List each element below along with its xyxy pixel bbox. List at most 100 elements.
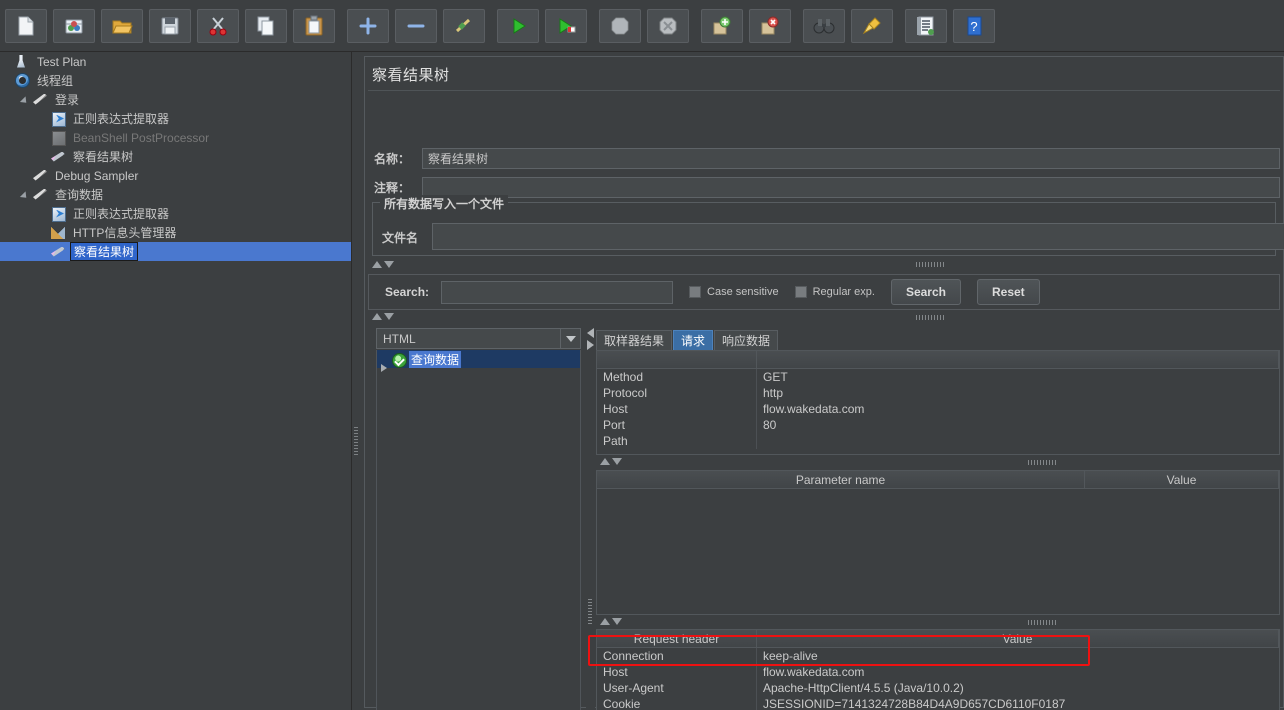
tab-0[interactable]: 取样器结果 <box>596 330 673 350</box>
column-header-1[interactable] <box>757 351 1279 368</box>
toggle-button[interactable] <box>443 8 485 43</box>
tree-item-8[interactable]: 正则表达式提取器 <box>0 204 351 223</box>
tab-2[interactable]: 响应数据 <box>714 330 779 350</box>
toolbar-separator <box>896 9 902 43</box>
table-row[interactable]: Method GET <box>597 369 1279 385</box>
tree-item-5[interactable]: 察看结果树 <box>0 147 351 166</box>
tree-item-7[interactable]: 查询数据 <box>0 185 351 204</box>
shutdown-button[interactable] <box>647 8 689 43</box>
tree-item-label: Debug Sampler <box>55 168 139 183</box>
tree-item-6[interactable]: Debug Sampler <box>0 166 351 185</box>
collapse-strip-params[interactable] <box>600 617 640 627</box>
copy-button[interactable] <box>245 8 287 43</box>
tree-item-1[interactable]: 线程组 <box>0 71 351 90</box>
templates-button[interactable] <box>53 8 95 43</box>
regular-expression-option[interactable]: Regular exp. <box>794 286 875 298</box>
tree-item-2[interactable]: 登录 <box>0 90 351 109</box>
chevron-down-icon[interactable] <box>560 329 580 348</box>
tree-toggle-spacer <box>38 208 49 219</box>
new-button[interactable] <box>5 8 47 43</box>
collapse-up-arrow-2[interactable] <box>372 313 382 320</box>
svg-text:?: ? <box>970 19 977 34</box>
name-input[interactable]: 察看结果树 <box>422 147 1280 169</box>
table-row[interactable]: Protocol http <box>597 385 1279 401</box>
table-row[interactable]: Host flow.wakedata.com <box>597 664 1279 680</box>
search-button[interactable] <box>803 8 845 43</box>
open-button[interactable] <box>101 8 143 43</box>
results-tree-row[interactable]: 查询数据 <box>377 350 580 372</box>
collapse-down-arrow[interactable] <box>384 261 394 268</box>
resulttree-icon <box>50 149 67 165</box>
parameters-table[interactable]: Parameter name Value <box>596 470 1280 615</box>
reset-button[interactable]: Reset <box>976 279 1040 305</box>
column-header-1[interactable]: Value <box>1085 471 1279 488</box>
sampler-icon <box>32 168 49 184</box>
splitter-collapse-left-arrow[interactable] <box>587 328 594 338</box>
start-no-pauses-button[interactable] <box>545 8 587 43</box>
tree-item-9[interactable]: HTTP信息头管理器 <box>0 223 351 242</box>
filename-input[interactable] <box>432 223 1284 250</box>
horizontal-split-grip-reqinfo[interactable] <box>1028 460 1056 465</box>
collapse-strip-bottom[interactable] <box>372 312 412 322</box>
request-info-table[interactable]: Method GET Protocol http Host flow.wakedata.c… <box>596 350 1280 455</box>
collapse-up-arrow[interactable] <box>372 261 382 268</box>
tree-item-3[interactable]: 正则表达式提取器 <box>0 109 351 128</box>
splitter-grip[interactable] <box>354 427 358 455</box>
tree-item-label: 查询数据 <box>55 188 104 202</box>
main-toolbar: ? <box>0 0 1284 52</box>
table-row[interactable]: Path <box>597 433 1279 449</box>
table-row[interactable]: Host flow.wakedata.com <box>597 401 1279 417</box>
reset-search-button[interactable] <box>851 8 893 43</box>
start-button[interactable] <box>497 8 539 43</box>
tree-expand-arrow-icon[interactable] <box>20 94 31 105</box>
table-row[interactable]: Port 80 <box>597 417 1279 433</box>
tree-item-0[interactable]: Test Plan <box>0 52 351 71</box>
tree-item-4[interactable]: BeanShell PostProcessor <box>0 128 351 147</box>
search-input[interactable] <box>441 280 674 304</box>
clear-button[interactable] <box>701 8 743 43</box>
tab-1[interactable]: 请求 <box>673 330 714 350</box>
collapse-down-arrow-4[interactable] <box>612 618 622 625</box>
collapse-strip-reqinfo[interactable] <box>600 457 640 467</box>
renderer-dropdown[interactable]: HTML <box>376 328 581 349</box>
collapse-down-arrow-3[interactable] <box>612 458 622 465</box>
horizontal-split-grip-params[interactable] <box>1028 620 1056 625</box>
comment-input[interactable] <box>422 176 1280 198</box>
table-row[interactable]: Connection keep-alive <box>597 648 1279 664</box>
column-header-1[interactable]: Value <box>757 630 1279 647</box>
column-header-0[interactable] <box>597 351 757 368</box>
table-row[interactable]: User-Agent Apache-HttpClient/4.5.5 (Java/… <box>597 680 1279 696</box>
column-header-0[interactable]: Request header <box>597 630 757 647</box>
request-tabs[interactable]: 取样器结果 请求 响应数据 <box>596 328 1280 350</box>
table-row[interactable]: Cookie JSESSIONID=7141324728B84D4A9D657CD… <box>597 696 1279 710</box>
collapse-all-button[interactable] <box>395 8 437 43</box>
collapse-up-arrow-3[interactable] <box>600 458 610 465</box>
paste-button[interactable] <box>293 8 335 43</box>
help-button[interactable]: ? <box>953 8 995 43</box>
case-sensitive-option[interactable]: Case sensitive <box>689 286 779 298</box>
results-splitter[interactable] <box>586 328 595 710</box>
test-plan-tree[interactable]: Test Plan 线程组 登录 正则表达式提取器 BeanShell PostProc… <box>0 52 352 710</box>
collapse-up-arrow-4[interactable] <box>600 618 610 625</box>
column-header-0[interactable]: Parameter name <box>597 471 1085 488</box>
tree-item-10[interactable]: 察看结果树 <box>0 242 351 261</box>
expand-all-button[interactable] <box>347 8 389 43</box>
results-tree[interactable]: 查询数据 <box>376 350 581 710</box>
collapse-down-arrow-2[interactable] <box>384 313 394 320</box>
request-headers-table[interactable]: Request header Value Connection keep-alive H… <box>596 629 1280 710</box>
splitter-collapse-right-arrow[interactable] <box>587 340 594 350</box>
tree-expand-arrow-icon[interactable] <box>20 189 31 200</box>
search-button[interactable]: Search <box>890 279 961 305</box>
collapse-strip-top[interactable] <box>372 260 412 270</box>
main-splitter[interactable] <box>352 52 360 710</box>
case-sensitive-checkbox[interactable] <box>689 286 702 298</box>
clear-all-button[interactable] <box>749 8 791 43</box>
results-splitter-grip[interactable] <box>588 598 592 624</box>
cut-button[interactable] <box>197 8 239 43</box>
regular-expression-checkbox[interactable] <box>794 286 807 298</box>
horizontal-split-grip-top[interactable] <box>916 262 944 267</box>
function-helper-button[interactable] <box>905 8 947 43</box>
stop-button[interactable] <box>599 8 641 43</box>
horizontal-split-grip-bottom[interactable] <box>916 315 944 320</box>
save-button[interactable] <box>149 8 191 43</box>
